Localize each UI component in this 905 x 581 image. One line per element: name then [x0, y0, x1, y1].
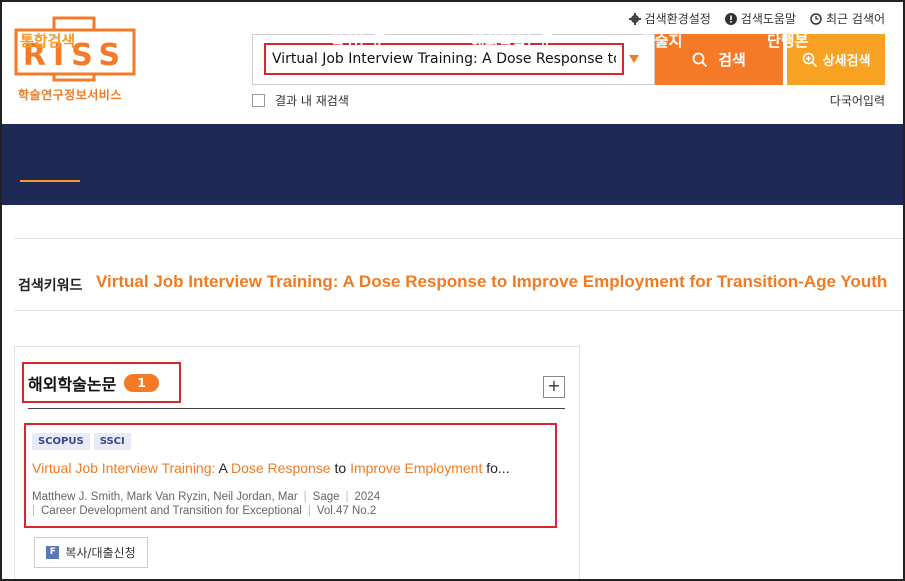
section-title[interactable]: 해외학술논문 [28, 371, 116, 395]
util-recent-searches[interactable]: 최근 검색어 [810, 10, 885, 27]
index-badges: SCOPUS SSCI [32, 433, 131, 450]
title-part: A [215, 460, 231, 476]
clock-icon [810, 12, 822, 25]
util-label: 최근 검색어 [825, 12, 885, 26]
util-label: 검색도움말 [740, 12, 796, 26]
title-part: Dose Response [230, 460, 331, 476]
info-icon [724, 12, 737, 25]
search-input[interactable] [264, 43, 624, 75]
util-label: 검색환경설정 [644, 12, 711, 26]
file-icon: F [46, 546, 60, 559]
util-search-help[interactable]: 검색도움말 [724, 10, 796, 27]
search-button-label: 검색 [718, 51, 746, 69]
result-year: 2024 [354, 491, 381, 503]
copy-loan-label: 복사/대출신청 [65, 546, 136, 560]
section-header: 해외학술논문 1 [22, 362, 181, 403]
title-part: Improve Employment [350, 460, 483, 476]
result-title-link[interactable]: Virtual Job Interview Training: A Dose R… [32, 460, 548, 476]
result-authors: Matthew J. Smith, Mark Van Ryzin, Neil J… [32, 491, 298, 503]
badge-scopus: SCOPUS [32, 433, 90, 450]
search-icon [692, 52, 708, 67]
result-meta: Matthew J. Smith, Mark Van Ryzin, Neil J… [32, 491, 381, 517]
utility-links: 검색환경설정 검색도움말 최근 검색어 [628, 10, 885, 27]
search-box [252, 34, 655, 85]
search-within-results: 결과 내 재검색 [252, 92, 349, 109]
result-journal[interactable]: Career Development and Transition for Ex… [41, 505, 302, 517]
result-volume: Vol.47 No.2 [316, 505, 377, 517]
util-search-settings[interactable]: 검색환경설정 [628, 10, 711, 27]
result-publisher: Sage [312, 491, 340, 503]
title-part: Virtual Job Interview Training: [32, 460, 216, 476]
multilang-input-link[interactable]: 다국어입력 [830, 92, 885, 109]
nav-tab-theses[interactable]: 학위논문 [331, 30, 386, 51]
nav-tab-integrated[interactable]: 통합검색 [20, 30, 75, 51]
expand-more-button[interactable]: + [543, 376, 565, 398]
within-results-label: 결과 내 재검색 [275, 94, 349, 108]
search-dropdown-caret-icon[interactable] [629, 55, 639, 63]
title-part: to [330, 460, 351, 476]
nav-tab-journals[interactable]: 학술지 [641, 30, 682, 51]
divider [14, 310, 905, 311]
within-results-checkbox[interactable] [252, 94, 265, 107]
advanced-search-label: 상세검색 [822, 54, 871, 69]
section-divider [28, 408, 565, 409]
nav-tab-overseas-papers[interactable]: 해외학술논문 [471, 30, 554, 51]
nav-tab-books[interactable]: 단행본 [767, 30, 808, 51]
title-part: fo... [482, 460, 510, 476]
keyword-label: 검색키워드 [18, 278, 83, 294]
badge-ssci: SSCI [93, 433, 131, 450]
result-count-badge: 1 [124, 373, 159, 392]
logo-subtitle: 학술연구정보서비스 [18, 88, 122, 102]
nav-tab-domestic-papers[interactable]: 국내학술논문 [161, 30, 244, 51]
nav-tab-more[interactable]: 연 [891, 30, 905, 51]
main-nav [0, 124, 905, 205]
gear-icon [628, 12, 641, 25]
nav-active-underline [20, 180, 80, 182]
divider [14, 238, 905, 239]
keyword-text: Virtual Job Interview Training: A Dose R… [96, 272, 888, 291]
copy-loan-request-button[interactable]: F 복사/대출신청 [34, 537, 148, 568]
zoom-plus-icon [802, 52, 817, 67]
